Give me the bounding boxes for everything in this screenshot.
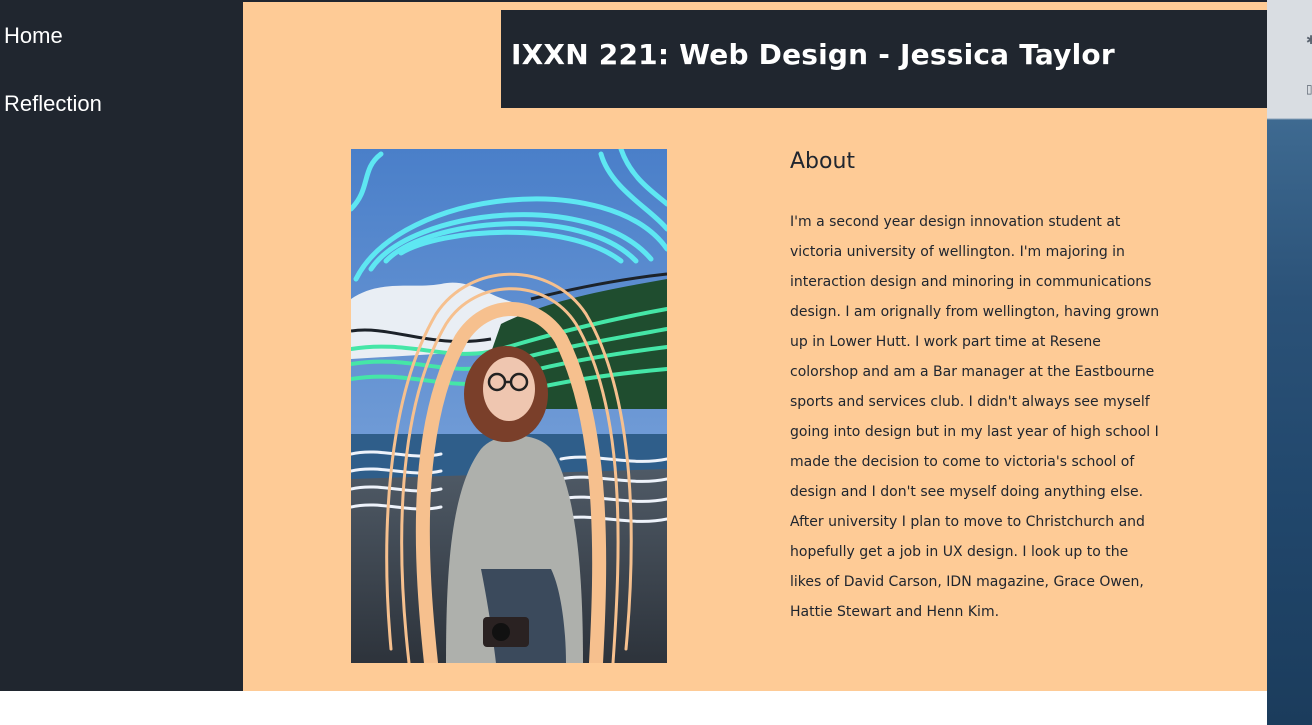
sidebar-item-reflection[interactable]: Reflection bbox=[4, 91, 102, 117]
page-title: IXXN 221: Web Design - Jessica Taylor bbox=[511, 38, 1115, 71]
about-heading: About bbox=[790, 149, 856, 174]
page-header: IXXN 221: Web Design - Jessica Taylor bbox=[501, 10, 1267, 108]
main-content: IXXN 221: Web Design - Jessica Taylor Ab… bbox=[243, 2, 1267, 691]
sidebar-item-home[interactable]: Home bbox=[4, 23, 63, 49]
file-icon: ▯ bbox=[1306, 82, 1312, 96]
desktop-background-strip bbox=[1267, 0, 1312, 725]
profile-photo bbox=[351, 149, 667, 663]
about-paragraph: I'm a second year design innovation stud… bbox=[790, 214, 1160, 620]
sidebar: Home Reflection bbox=[0, 0, 243, 691]
asterisk-icon: ✱ bbox=[1306, 33, 1312, 47]
